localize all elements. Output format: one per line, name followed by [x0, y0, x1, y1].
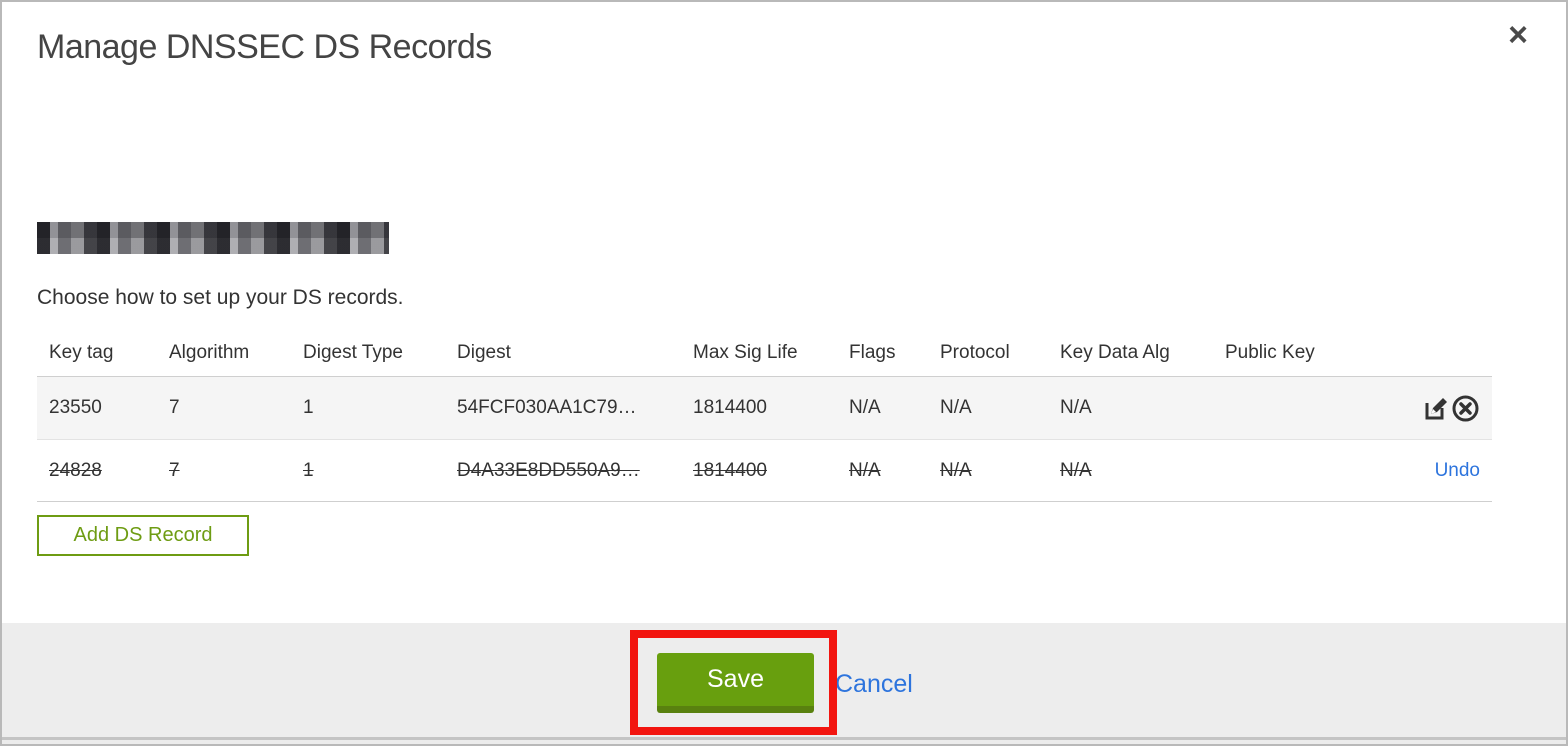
cell-digest-type: 1: [303, 459, 314, 481]
col-header-key-tag: Key tag: [49, 342, 114, 363]
col-header-digest-type: Digest Type: [303, 342, 403, 363]
cell-max-sig-life: 1814400: [693, 459, 767, 481]
col-header-max-sig-life: Max Sig Life: [693, 342, 798, 363]
cell-key-tag: 24828: [49, 459, 102, 481]
cell-protocol: N/A: [940, 459, 972, 481]
save-button[interactable]: Save: [657, 653, 814, 713]
table-row-deleted: 24828 7 1 D4A33E8DD550A9… 1814400 N/A N/…: [37, 439, 1492, 502]
footer-edge: [2, 740, 1566, 744]
row-actions: [1333, 394, 1492, 423]
cancel-link[interactable]: Cancel: [835, 670, 913, 699]
edit-icon[interactable]: [1422, 395, 1449, 422]
cell-digest: D4A33E8DD550A9…: [457, 459, 640, 481]
col-header-public-key: Public Key: [1225, 342, 1315, 363]
col-header-algorithm: Algorithm: [169, 342, 250, 363]
cell-max-sig-life: 1814400: [693, 397, 767, 418]
cell-key-tag: 23550: [49, 397, 102, 418]
page-title: Manage DNSSEC DS Records: [37, 28, 492, 66]
cell-flags: N/A: [849, 397, 881, 418]
cell-digest: 54FCF030AA1C79…: [457, 397, 637, 418]
cell-digest-type: 1: [303, 397, 314, 418]
cell-flags: N/A: [849, 459, 881, 481]
cell-algorithm: 7: [169, 459, 180, 481]
col-header-protocol: Protocol: [940, 342, 1010, 363]
dnssec-dialog: Manage DNSSEC DS Records × Choose how to…: [0, 0, 1568, 746]
add-ds-record-button[interactable]: Add DS Record: [37, 515, 249, 556]
col-header-key-data-alg: Key Data Alg: [1060, 342, 1170, 363]
cell-algorithm: 7: [169, 397, 180, 418]
remove-icon[interactable]: [1451, 394, 1480, 423]
col-header-flags: Flags: [849, 342, 896, 363]
table-header-row: Key tag Algorithm Digest Type Digest Max…: [37, 330, 1492, 376]
cell-protocol: N/A: [940, 397, 972, 418]
instruction-text: Choose how to set up your DS records.: [37, 286, 404, 309]
close-icon[interactable]: ×: [1508, 18, 1528, 52]
cell-key-data-alg: N/A: [1060, 459, 1092, 481]
ds-records-table: Key tag Algorithm Digest Type Digest Max…: [37, 330, 1492, 502]
col-header-digest: Digest: [457, 342, 511, 363]
undo-link[interactable]: Undo: [1435, 460, 1480, 482]
redacted-domain-name: [37, 222, 389, 254]
row-actions: Undo: [1333, 460, 1492, 482]
table-row: 23550 7 1 54FCF030AA1C79… 1814400 N/A N/…: [37, 376, 1492, 439]
cell-key-data-alg: N/A: [1060, 397, 1092, 418]
